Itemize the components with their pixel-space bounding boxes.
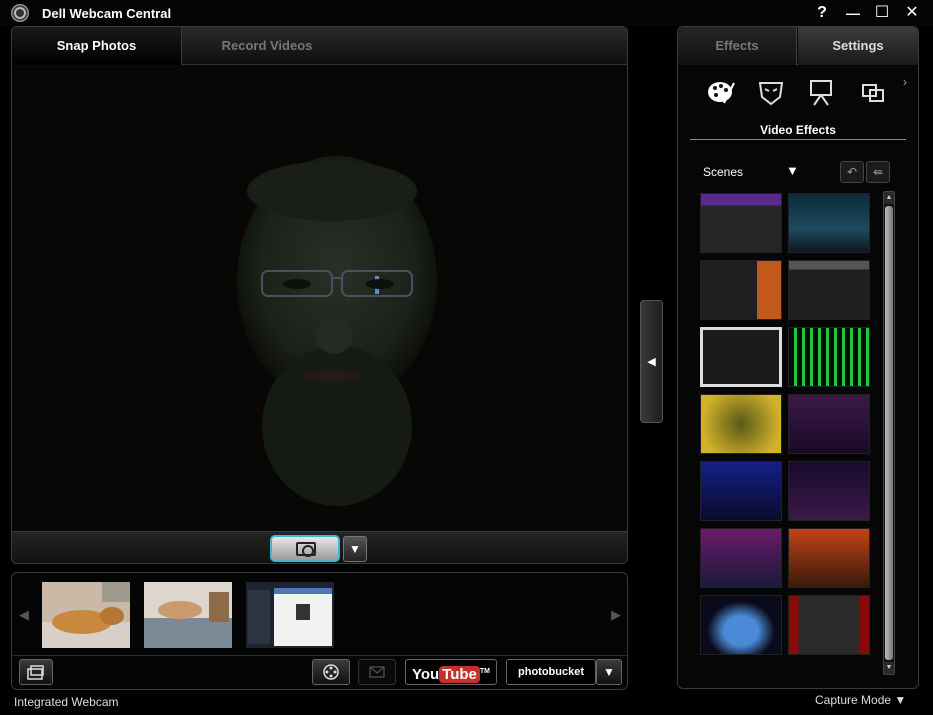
youtube-tube-text: Tube (439, 666, 480, 683)
photobucket-upload-button[interactable]: photobucket (506, 659, 596, 685)
scene-magenta-skyline[interactable] (700, 528, 782, 588)
gallery-thumbnail[interactable] (144, 582, 232, 648)
help-button[interactable]: ? (810, 2, 834, 24)
scroll-up-arrow[interactable]: ▲ (884, 192, 894, 204)
more-effects-arrow[interactable]: › (903, 75, 907, 89)
scenes-dropdown-arrow[interactable]: ▼ (786, 163, 799, 178)
screenshot-photo (246, 582, 334, 648)
email-button[interactable] (358, 659, 396, 685)
webcam-face-image (12, 66, 627, 530)
gallery-next-arrow[interactable]: ▶ (611, 607, 621, 623)
photobucket-label: photobucket (518, 666, 584, 678)
scene-effects-grid (700, 193, 876, 657)
film-reel-icon (323, 664, 339, 680)
gallery-divider (12, 655, 627, 656)
scroll-down-arrow[interactable]: ▼ (884, 662, 894, 674)
bedroom-photo (144, 582, 232, 648)
overlapping-frames-glyph (862, 84, 884, 102)
gallery-prev-arrow[interactable]: ◀ (19, 607, 29, 623)
snap-photo-button[interactable] (270, 535, 340, 562)
capture-mode-arrow: ▼ (894, 693, 907, 707)
camera-source-label: Integrated Webcam (14, 695, 119, 709)
paint-palette-glyph (708, 82, 735, 104)
tab-settings[interactable]: Settings (798, 27, 918, 65)
scenes-scrollbar[interactable]: ▲ ▼ (883, 191, 895, 675)
scene-sunset-city[interactable] (788, 528, 870, 588)
capture-panel: Snap Photos Record Videos ▼ (11, 26, 628, 564)
open-folder-button[interactable] (19, 659, 53, 685)
scene-golden[interactable] (700, 394, 782, 454)
effects-section-title: Video Effects (760, 123, 836, 137)
scene-purple-night[interactable] (788, 461, 870, 521)
gallery-thumbnail[interactable] (42, 582, 130, 648)
scene-green-bars[interactable] (788, 327, 870, 387)
effects-panel: Effects Settings › Video Effects Scenes … (677, 26, 919, 689)
webcam-preview (12, 66, 627, 530)
palette-icon[interactable] (706, 77, 736, 107)
title-bar: Dell Webcam Central ? — ☐ ✕ (0, 0, 933, 26)
scene-curtain[interactable] (788, 260, 870, 320)
minimize-button[interactable]: — (841, 2, 865, 24)
maximize-button[interactable]: ☐ (870, 2, 894, 24)
scene-space-pod[interactable] (700, 595, 782, 655)
undo-icon[interactable]: ↶ (840, 161, 864, 183)
apply-all-icon[interactable]: ⇚ (866, 161, 890, 183)
snap-options-dropdown[interactable]: ▼ (343, 536, 367, 562)
folder-icon (27, 665, 44, 680)
scene-photo-frame[interactable] (700, 327, 782, 387)
scene-halloween[interactable] (700, 260, 782, 320)
scene-theater[interactable] (788, 595, 870, 655)
webcam-app-icon (11, 4, 29, 22)
capture-tabs: Snap Photos Record Videos (12, 27, 627, 65)
scroll-thumb[interactable] (885, 206, 893, 660)
gallery-thumbnail[interactable] (246, 582, 334, 648)
dog-on-bed-photo (42, 582, 130, 648)
section-underline (690, 139, 906, 140)
presentation-icon[interactable] (806, 77, 836, 107)
media-gallery: ◀ ▶ You Tube TM photobucket ▼ (11, 572, 628, 690)
envelope-icon (369, 666, 385, 678)
collapse-panel-button[interactable]: ◀ (640, 300, 663, 423)
window-title: Dell Webcam Central (42, 6, 172, 21)
scene-party[interactable] (700, 193, 782, 253)
easel-glyph (810, 80, 832, 106)
shutter-bar: ▼ (12, 531, 627, 563)
scene-starry-city[interactable] (700, 461, 782, 521)
youtube-trademark: TM (479, 668, 491, 675)
capture-mode-dropdown[interactable]: Capture Mode ▼ (815, 693, 906, 707)
tab-record-videos[interactable]: Record Videos (182, 27, 352, 65)
tab-effects[interactable]: Effects (678, 27, 797, 65)
youtube-you-text: You (411, 666, 440, 683)
capture-mode-label: Capture Mode (815, 693, 892, 707)
scenes-dropdown-label[interactable]: Scenes (703, 165, 743, 179)
effects-reel-button[interactable] (312, 659, 350, 685)
tab-snap-photos[interactable]: Snap Photos (12, 27, 182, 65)
effects-tabs: Effects Settings (678, 27, 918, 65)
scene-bridge[interactable] (788, 193, 870, 253)
mask-glyph (758, 82, 784, 106)
face-mask-icon[interactable] (756, 77, 786, 107)
close-button[interactable]: ✕ (900, 2, 924, 24)
youtube-upload-button[interactable]: You Tube TM (405, 659, 497, 685)
share-options-dropdown[interactable]: ▼ (596, 659, 622, 685)
camera-icon (296, 542, 316, 557)
overlay-icon[interactable] (858, 77, 888, 107)
scene-moon-night[interactable] (788, 394, 870, 454)
